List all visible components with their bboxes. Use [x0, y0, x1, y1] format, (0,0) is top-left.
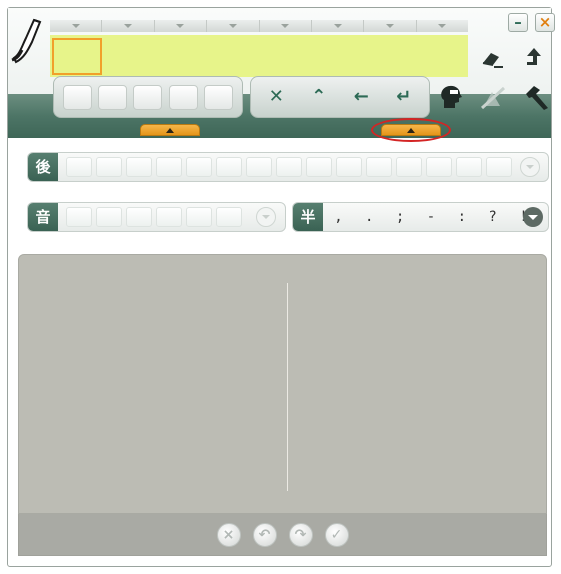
char-slot[interactable]: [96, 207, 122, 227]
clear-stroke-button[interactable]: ×: [216, 522, 241, 547]
punct-key[interactable]: ;: [396, 209, 404, 225]
char-slot[interactable]: [126, 157, 152, 177]
candidate-tab[interactable]: [102, 20, 155, 32]
shortcut-key[interactable]: [168, 84, 198, 110]
head-profile-icon[interactable]: [436, 82, 466, 112]
confirm-button[interactable]: ✓: [324, 522, 349, 547]
char-slot[interactable]: [276, 157, 302, 177]
char-slot[interactable]: [486, 157, 512, 177]
enter-key[interactable]: ↵: [386, 82, 422, 112]
character-row-1: 後: [27, 152, 549, 182]
chevron-down-icon: [124, 24, 133, 28]
char-slot[interactable]: [306, 157, 332, 177]
char-slot[interactable]: [426, 157, 452, 177]
chevron-down-icon: [71, 24, 80, 28]
candidate-tab[interactable]: [364, 20, 417, 32]
backspace-key[interactable]: ←: [343, 82, 379, 112]
candidate-tab[interactable]: [416, 20, 468, 32]
undo-button[interactable]: ↶: [252, 522, 277, 547]
shortcut-key[interactable]: [98, 84, 128, 110]
candidate-tab[interactable]: [311, 20, 365, 32]
close-button[interactable]: ×: [535, 13, 555, 32]
row-label[interactable]: 半: [293, 203, 323, 231]
punct-key[interactable]: ,: [334, 209, 342, 225]
row-label[interactable]: 後: [28, 153, 58, 181]
chevron-down-icon[interactable]: [520, 157, 540, 177]
caret-key[interactable]: ⌃: [301, 82, 337, 112]
character-row-2: 音: [27, 202, 286, 232]
punct-key[interactable]: :: [458, 209, 466, 225]
handwriting-footer: × ↶ ↷ ✓: [18, 514, 547, 556]
char-slot[interactable]: [216, 157, 242, 177]
chevron-down-icon: [438, 24, 447, 28]
pad-divider: [287, 283, 288, 491]
clear-key[interactable]: ✕: [258, 82, 294, 112]
punctuation-row: 半 , . ; - : ? !: [292, 202, 549, 232]
shortcut-key[interactable]: [203, 84, 233, 110]
candidate-tab[interactable]: [50, 20, 103, 32]
triangle-up-icon: [166, 128, 174, 133]
candidate-tab-row: [50, 20, 468, 32]
row-label[interactable]: 音: [28, 203, 58, 231]
punct-key[interactable]: -: [427, 209, 435, 225]
char-slot[interactable]: [216, 207, 242, 227]
candidate-tab[interactable]: [259, 20, 312, 32]
chevron-down-icon[interactable]: [256, 207, 276, 227]
shortcut-key[interactable]: [63, 84, 93, 110]
hammer-settings-icon[interactable]: [520, 82, 550, 112]
chevron-down-icon[interactable]: [523, 207, 543, 227]
char-slot[interactable]: [96, 157, 122, 177]
char-slot[interactable]: [336, 157, 362, 177]
handwriting-pad[interactable]: [18, 254, 547, 514]
composition-input[interactable]: [50, 35, 468, 77]
char-slot[interactable]: [396, 157, 422, 177]
edit-control-group: ✕ ⌃ ← ↵: [250, 76, 430, 118]
pen-icon: [11, 18, 42, 64]
disabled-feature-icon[interactable]: [478, 82, 508, 112]
chevron-down-icon: [176, 24, 185, 28]
candidate-tab[interactable]: [207, 20, 260, 32]
shortcut-key-group: [53, 76, 243, 118]
char-slot[interactable]: [456, 157, 482, 177]
chevron-down-icon: [385, 24, 394, 28]
char-slot[interactable]: [66, 207, 92, 227]
char-slot[interactable]: [66, 157, 92, 177]
char-slot[interactable]: [186, 157, 212, 177]
char-slot[interactable]: [126, 207, 152, 227]
chevron-down-icon: [333, 24, 342, 28]
eraser-icon[interactable]: [479, 45, 505, 71]
char-slot[interactable]: [156, 207, 182, 227]
punctuation-list: , . ; - : ? !: [323, 203, 539, 231]
redo-button[interactable]: ↷: [288, 522, 313, 547]
punct-key[interactable]: ?: [488, 209, 496, 225]
char-slot[interactable]: [156, 157, 182, 177]
char-slot[interactable]: [246, 157, 272, 177]
highlight-ring: [371, 118, 451, 142]
char-slot[interactable]: [186, 207, 212, 227]
shortcut-key[interactable]: [133, 84, 163, 110]
arrow-up-icon[interactable]: [521, 45, 547, 71]
minimize-button[interactable]: –: [508, 13, 528, 32]
expand-tab-left[interactable]: [140, 124, 200, 136]
composition-cursor: [52, 38, 102, 75]
candidate-tab[interactable]: [154, 20, 208, 32]
char-slot[interactable]: [366, 157, 392, 177]
chevron-down-icon: [228, 24, 237, 28]
punct-key[interactable]: .: [365, 209, 373, 225]
chevron-down-icon: [281, 24, 290, 28]
